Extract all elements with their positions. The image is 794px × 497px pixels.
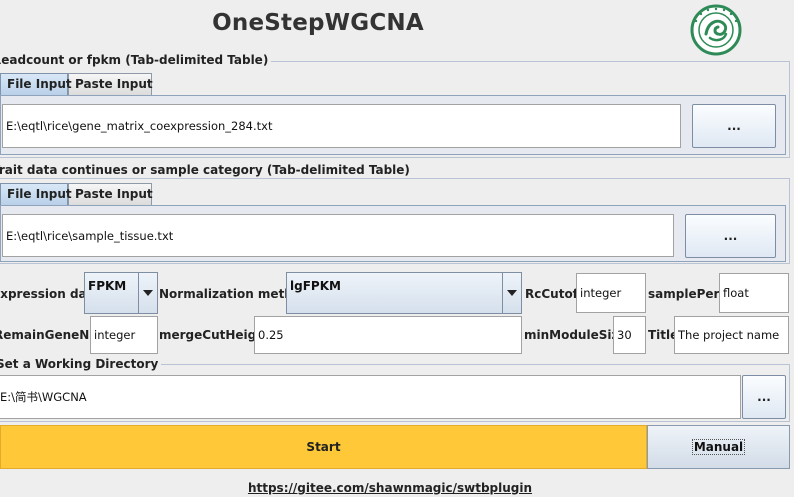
expression-data-value: FPKM	[88, 279, 127, 293]
project-title-input[interactable]: The project name	[674, 316, 789, 354]
tab-trait-paste-input[interactable]: Paste Input	[68, 183, 153, 205]
expression-data-select[interactable]: FPKM	[84, 272, 158, 314]
tab-readcount-paste-input[interactable]: Paste Input	[68, 73, 153, 95]
sampleperc-input[interactable]: float	[719, 273, 789, 313]
manual-button-label: Manual	[691, 439, 746, 455]
readcount-browse-button[interactable]: ...	[692, 104, 776, 148]
project-url-link[interactable]: https://gitee.com/shawnmagic/swtbplugin	[0, 481, 780, 495]
normalization-method-select[interactable]: lgFPKM	[286, 272, 522, 314]
readcount-file-path-field[interactable]: E:\eqtl\rice\gene_matrix_coexpression_28…	[2, 104, 681, 148]
app-title: OneStepWGCNA	[212, 10, 424, 36]
chevron-down-icon	[502, 273, 521, 313]
workdir-path-field[interactable]: E:\简书\WGCNA	[0, 375, 741, 419]
tab-readcount-file-input[interactable]: File Input	[0, 73, 72, 95]
start-button[interactable]: Start	[0, 425, 647, 469]
rccutoff-input[interactable]: integer	[576, 273, 646, 313]
tab-trait-file-input[interactable]: File Input	[0, 183, 72, 205]
trait-file-path-field[interactable]: E:\eqtl\rice\sample_tissue.txt	[2, 214, 674, 257]
remaingenenum-input[interactable]: integer	[90, 316, 158, 354]
workdir-panel-title: Set a Working Directory	[0, 357, 162, 371]
workdir-browse-button[interactable]: ...	[742, 375, 786, 419]
minmodulesize-input[interactable]: 30	[613, 316, 646, 354]
manual-button[interactable]: Manual	[647, 425, 790, 469]
normalization-method-value: lgFPKM	[290, 279, 341, 293]
trait-panel-title: Trait data continues or sample category …	[0, 163, 413, 177]
mergecutheight-input[interactable]: 0.25	[254, 316, 522, 354]
chevron-down-icon	[138, 273, 157, 313]
readcount-panel-title: Readcount or fpkm (Tab-delimited Table)	[0, 53, 272, 67]
institute-seal-logo	[688, 4, 744, 56]
trait-browse-button[interactable]: ...	[685, 214, 776, 258]
